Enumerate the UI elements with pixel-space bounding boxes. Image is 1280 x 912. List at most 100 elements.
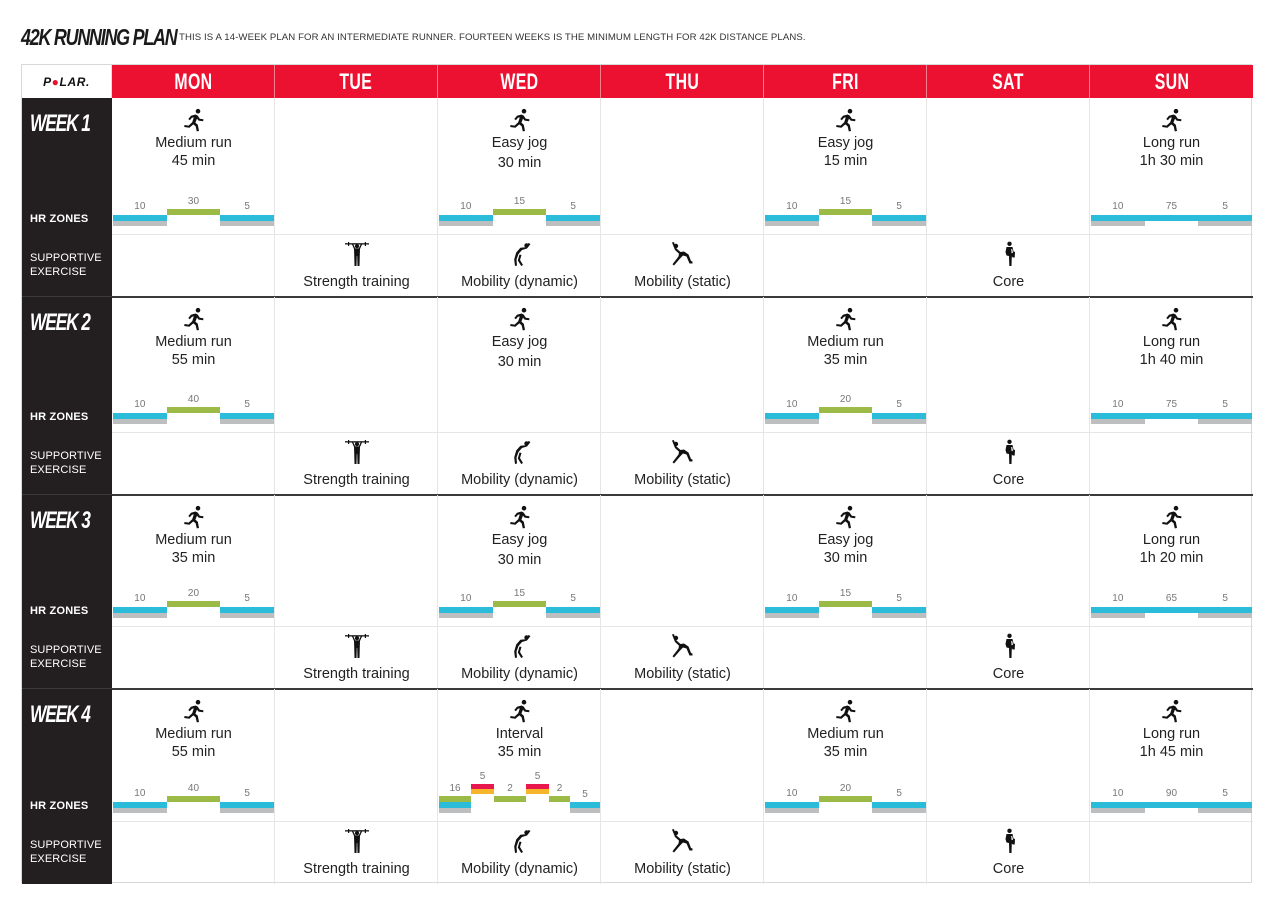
supportive-exercise-cell[interactable]: Strength training <box>275 627 438 689</box>
running-icon <box>182 505 206 529</box>
day-column-fri: Easy jog 30 min 10 15 5 <box>764 495 927 689</box>
supportive-exercise-cell[interactable]: Core <box>927 627 1090 689</box>
hr-zone-minutes-label: 15 <box>839 588 852 599</box>
supportive-exercise-cell[interactable]: Mobility (dynamic) <box>438 627 601 689</box>
day-column-mon: Medium run 35 min 10 20 5 <box>112 495 275 689</box>
day-column-thu: Mobility (static) <box>601 495 764 689</box>
run-workout-cell[interactable]: Easy jog 15 min 10 15 5 <box>764 98 927 235</box>
hr-zones-label: HR ZONES <box>30 605 89 617</box>
hr-zone-bar-zone1 <box>1198 808 1252 813</box>
hr-zone-bar-zone1 <box>1198 419 1252 424</box>
supportive-exercise-cell[interactable]: Core <box>927 235 1090 297</box>
running-icon <box>1160 505 1184 529</box>
hr-zone-bar-zone1 <box>113 808 167 813</box>
run-workout-cell[interactable]: Medium run 45 min 10 30 5 <box>112 98 275 235</box>
running-icon <box>1160 307 1184 331</box>
supportive-exercise-cell[interactable]: Strength training <box>275 235 438 297</box>
hr-zone-bar-zone1 <box>1091 613 1145 618</box>
workout-name: Medium run <box>155 135 232 151</box>
day-column-sun: Long run 1h 20 min 10 65 5 <box>1090 495 1253 689</box>
run-cell <box>601 495 764 627</box>
logo-text-start: P <box>43 74 52 89</box>
supportive-exercise-cell[interactable]: Mobility (static) <box>601 627 764 689</box>
run-cell <box>927 689 1090 822</box>
mobility-dynamic-icon <box>507 241 533 267</box>
run-workout-cell[interactable]: Easy jog 30 min 10 15 5 <box>438 495 601 627</box>
mobility-static-icon <box>670 439 696 465</box>
run-workout-cell[interactable]: Long run 1h 40 min 10 75 5 <box>1090 297 1253 433</box>
supportive-exercise-cell[interactable]: Core <box>927 822 1090 884</box>
hr-zone-minutes-label: 10 <box>134 201 146 212</box>
run-workout-cell[interactable]: Interval 35 min 16 5 2 5 2 5 <box>438 689 601 822</box>
core-icon <box>996 241 1022 267</box>
day-column-tue: Strength training <box>275 495 438 689</box>
run-workout-cell[interactable]: Medium run 55 min 10 40 5 <box>112 297 275 433</box>
run-workout-cell[interactable]: Medium run 35 min 10 20 5 <box>764 689 927 822</box>
workout-duration: 1h 30 min <box>1139 153 1204 169</box>
hr-zone-bar-zone3 <box>166 796 221 802</box>
supportive-exercise-cell[interactable]: Core <box>927 433 1090 495</box>
run-cell <box>275 98 438 235</box>
supportive-exercise-cell[interactable]: Mobility (dynamic) <box>438 822 601 884</box>
supportive-exercise-name: Core <box>992 472 1025 488</box>
supportive-exercise-name: Mobility (static) <box>634 666 731 682</box>
training-plan-grid: P●LAR. MON TUE WED THU FRI SAT SUN WEEK … <box>21 64 1253 884</box>
hr-zones-chart: 10 15 5 <box>765 585 926 625</box>
hr-zone-bar-zone1 <box>220 808 274 813</box>
hr-zone-bar-zone3 <box>166 601 221 607</box>
day-column-fri: Easy jog 15 min 10 15 5 <box>764 98 927 297</box>
mobility-dynamic-icon <box>507 633 533 659</box>
run-workout-cell[interactable]: Long run 1h 20 min 10 65 5 <box>1090 495 1253 627</box>
run-cell <box>275 689 438 822</box>
day-header-mon: MON <box>112 65 275 98</box>
workout-duration: 35 min <box>823 352 868 368</box>
supportive-cell <box>1090 235 1253 297</box>
supportive-exercise-cell[interactable]: Mobility (dynamic) <box>438 433 601 495</box>
supportive-exercise-cell[interactable]: Strength training <box>275 433 438 495</box>
hr-zone-minutes-label: 10 <box>1112 593 1124 604</box>
hr-zone-bar-zone1 <box>546 221 600 226</box>
run-workout-cell[interactable]: Easy jog 30 min 10 15 5 <box>438 98 601 235</box>
workout-name: Easy jog <box>817 135 874 151</box>
run-workout-cell[interactable]: Long run 1h 45 min 10 90 5 <box>1090 689 1253 822</box>
hr-zone-bar-zone1 <box>113 419 167 424</box>
hr-zone-minutes-label: 90 <box>1165 788 1178 799</box>
day-column-thu: Mobility (static) <box>601 297 764 495</box>
hr-zones-chart: 10 15 5 <box>439 585 600 625</box>
supportive-exercise-label: SUPPORTIVE EXERCISE <box>30 449 102 477</box>
run-workout-cell[interactable]: Easy jog 30 min 10 15 5 <box>764 495 927 627</box>
hr-zone-minutes-label: 5 <box>534 771 541 782</box>
workout-duration: 1h 45 min <box>1139 744 1204 760</box>
hr-zone-bar-zone1 <box>765 419 819 424</box>
hr-zone-bar-zone1 <box>113 221 167 226</box>
week-label: WEEK 2 <box>30 309 91 336</box>
week-label-column: WEEK 2 HR ZONES SUPPORTIVE EXERCISE <box>22 297 112 495</box>
supportive-exercise-cell[interactable]: Mobility (static) <box>601 433 764 495</box>
day-column-sat: Core <box>927 689 1090 884</box>
run-workout-cell[interactable]: Easy jog 30 min <box>438 297 601 433</box>
workout-duration: 55 min <box>171 744 216 760</box>
workout-duration: 55 min <box>171 352 216 368</box>
hr-zone-minutes-label: 5 <box>1222 788 1228 799</box>
run-workout-cell[interactable]: Medium run 35 min 10 20 5 <box>764 297 927 433</box>
hr-zones-chart: 10 90 5 <box>1091 780 1252 820</box>
day-column-fri: Medium run 35 min 10 20 5 <box>764 297 927 495</box>
hr-zone-minutes-label: 5 <box>896 788 902 799</box>
supportive-exercise-cell[interactable]: Mobility (static) <box>601 822 764 884</box>
running-icon <box>1160 699 1184 723</box>
supportive-exercise-cell[interactable]: Mobility (dynamic) <box>438 235 601 297</box>
supportive-cell <box>1090 433 1253 495</box>
day-label: WED <box>499 68 539 94</box>
run-workout-cell[interactable]: Medium run 35 min 10 20 5 <box>112 495 275 627</box>
run-cell <box>601 297 764 433</box>
running-icon <box>834 108 858 132</box>
supportive-exercise-cell[interactable]: Strength training <box>275 822 438 884</box>
supportive-exercise-cell[interactable]: Mobility (static) <box>601 235 764 297</box>
run-cell <box>601 689 764 822</box>
run-workout-cell[interactable]: Medium run 55 min 10 40 5 <box>112 689 275 822</box>
week-label-column: WEEK 4 HR ZONES SUPPORTIVE EXERCISE <box>22 689 112 884</box>
run-workout-cell[interactable]: Long run 1h 30 min 10 75 5 <box>1090 98 1253 235</box>
hr-zone-minutes-label: 10 <box>1112 788 1124 799</box>
day-column-wed: Easy jog 30 min Mobility (dynamic) <box>438 297 601 495</box>
hr-zone-bar-zone1 <box>765 221 819 226</box>
